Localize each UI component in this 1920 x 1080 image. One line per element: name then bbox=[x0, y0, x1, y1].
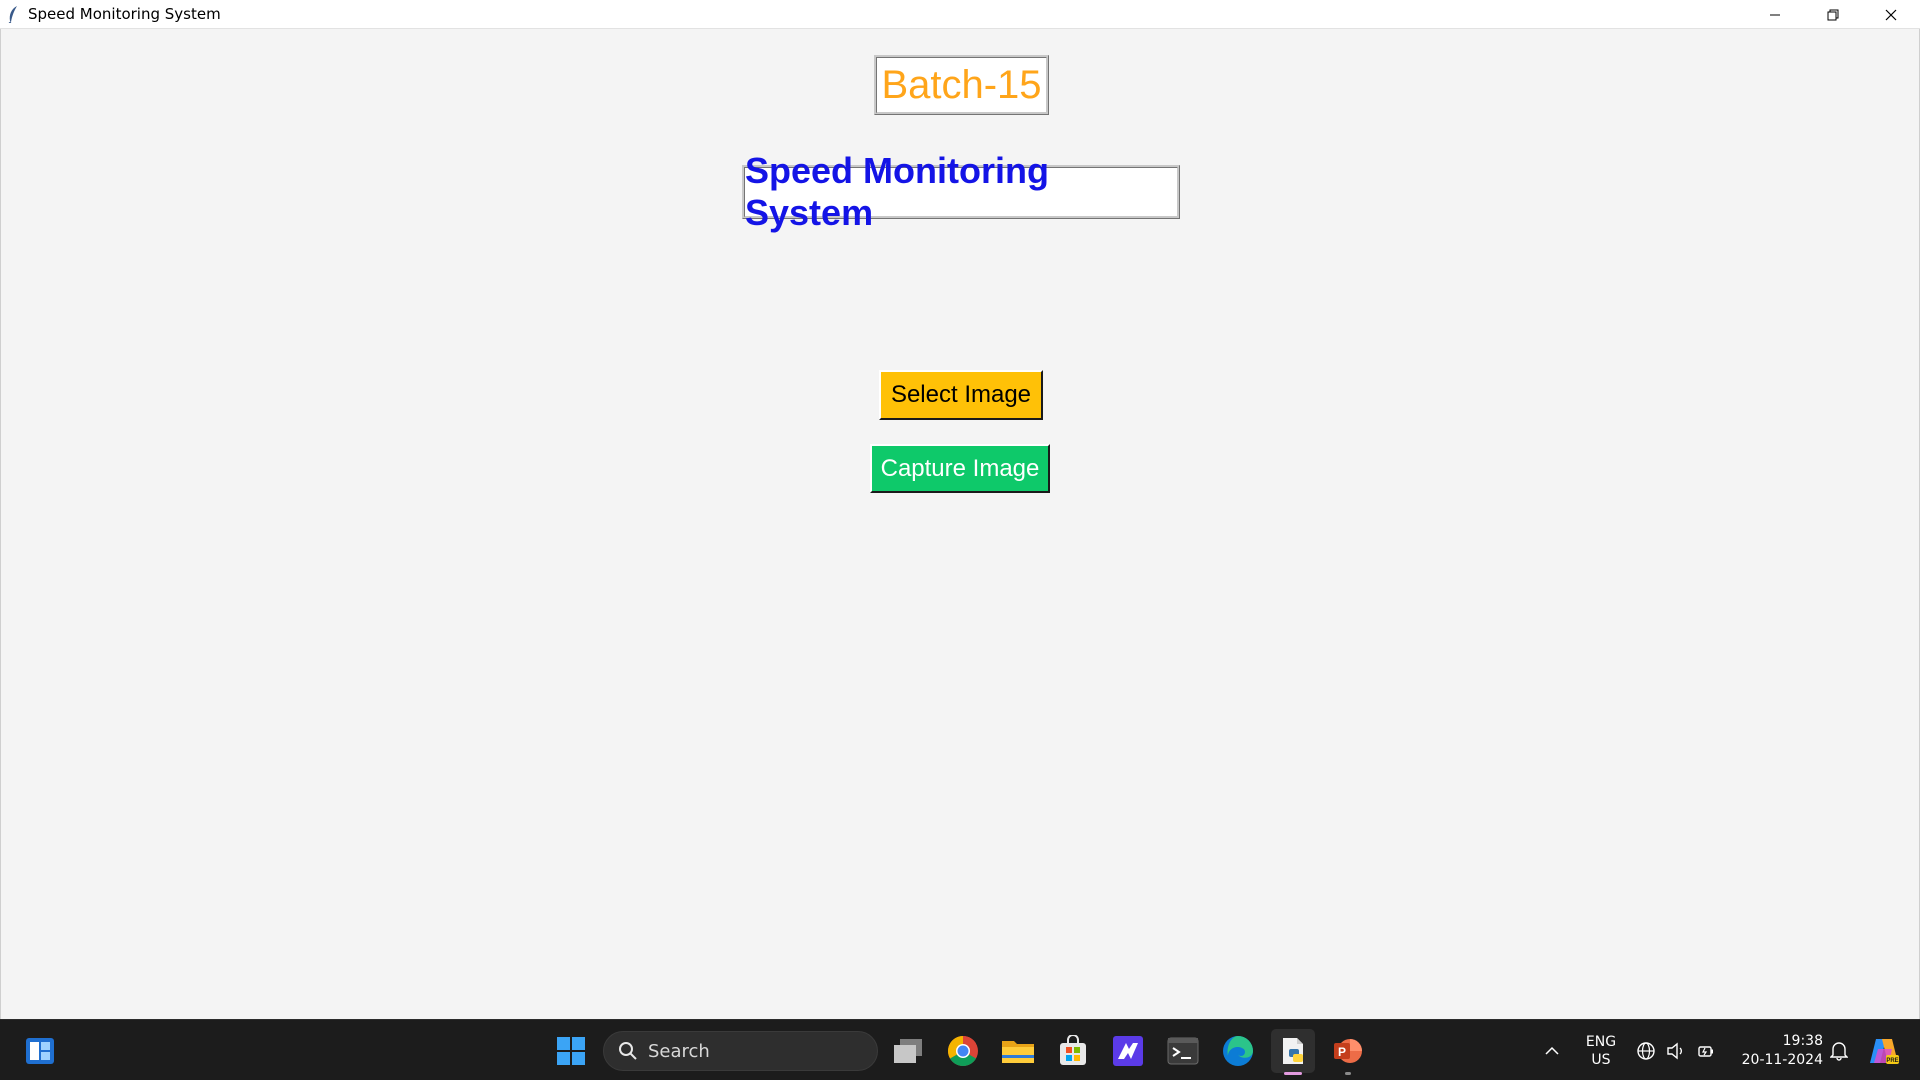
window-title: Speed Monitoring System bbox=[28, 5, 221, 23]
search-placeholder: Search bbox=[648, 1040, 710, 1062]
visual-studio-icon bbox=[1113, 1036, 1143, 1066]
copilot-icon: PRE bbox=[1870, 1038, 1899, 1064]
window-titlebar[interactable]: Speed Monitoring System bbox=[0, 0, 1920, 29]
restore-icon bbox=[1827, 9, 1839, 20]
language-indicator[interactable]: ENG US bbox=[1580, 1020, 1622, 1080]
powerpoint-button[interactable]: P bbox=[1326, 1029, 1370, 1075]
language-code: ENG bbox=[1585, 1033, 1617, 1050]
select-image-button[interactable]: Select Image bbox=[879, 370, 1043, 420]
bell-icon bbox=[1830, 1041, 1848, 1061]
windows-logo-icon bbox=[557, 1037, 585, 1065]
terminal-icon bbox=[1167, 1037, 1199, 1065]
widgets-button[interactable] bbox=[18, 1029, 62, 1073]
quick-settings-button[interactable] bbox=[1636, 1020, 1716, 1080]
start-button[interactable] bbox=[549, 1029, 593, 1073]
copilot-button[interactable]: PRE bbox=[1864, 1020, 1904, 1080]
show-hidden-icons-button[interactable] bbox=[1540, 1020, 1564, 1080]
network-globe-icon bbox=[1637, 1041, 1655, 1060]
batch-label: Batch-15 bbox=[874, 55, 1049, 115]
taskbar: Search P ENG US 19:38 20-11-2024 PRE bbox=[0, 1019, 1920, 1080]
svg-text:PRE: PRE bbox=[1886, 1058, 1898, 1064]
volume-icon bbox=[1667, 1042, 1682, 1059]
minimize-icon bbox=[1770, 14, 1780, 15]
microsoft-store-icon bbox=[1060, 1035, 1086, 1065]
running-indicator bbox=[1345, 1072, 1351, 1075]
microsoft-store-button[interactable] bbox=[1051, 1029, 1095, 1073]
powerpoint-icon: P bbox=[1334, 1039, 1362, 1063]
region-code: US bbox=[1591, 1051, 1611, 1068]
close-icon bbox=[1885, 9, 1897, 20]
task-view-button[interactable] bbox=[886, 1029, 930, 1073]
chrome-button[interactable] bbox=[941, 1029, 985, 1073]
visual-studio-button[interactable] bbox=[1106, 1029, 1150, 1073]
clock-date: 20-11-2024 bbox=[1741, 1051, 1823, 1068]
search-icon bbox=[619, 1042, 637, 1060]
edge-button[interactable] bbox=[1216, 1029, 1260, 1073]
restore-button[interactable] bbox=[1804, 0, 1862, 29]
feather-app-icon bbox=[7, 4, 21, 24]
active-indicator bbox=[1284, 1072, 1302, 1075]
taskbar-search[interactable]: Search bbox=[603, 1031, 878, 1071]
widgets-icon bbox=[26, 1038, 54, 1064]
system-title-label: Speed Monitoring System bbox=[742, 150, 1180, 233]
close-button[interactable] bbox=[1862, 0, 1920, 29]
clock-time: 19:38 bbox=[1782, 1032, 1823, 1049]
task-view-icon bbox=[894, 1039, 922, 1063]
capture-image-button[interactable]: Capture Image bbox=[870, 444, 1050, 493]
clock[interactable]: 19:38 20-11-2024 bbox=[1733, 1020, 1823, 1080]
app-client-area: Batch-15 Speed Monitoring System Select … bbox=[0, 29, 1920, 1019]
svg-text:P: P bbox=[1338, 1045, 1346, 1059]
minimize-button[interactable] bbox=[1746, 0, 1804, 29]
chrome-icon bbox=[947, 1036, 978, 1067]
python-idle-icon bbox=[1283, 1038, 1303, 1064]
edge-icon bbox=[1223, 1036, 1253, 1066]
battery-charging-icon bbox=[1698, 1045, 1713, 1057]
chevron-up-icon bbox=[1545, 1046, 1559, 1055]
file-explorer-icon bbox=[1002, 1041, 1034, 1063]
python-idle-button[interactable] bbox=[1271, 1029, 1315, 1075]
terminal-button[interactable] bbox=[1161, 1029, 1205, 1073]
file-explorer-button[interactable] bbox=[996, 1029, 1040, 1073]
notifications-button[interactable] bbox=[1827, 1020, 1851, 1080]
